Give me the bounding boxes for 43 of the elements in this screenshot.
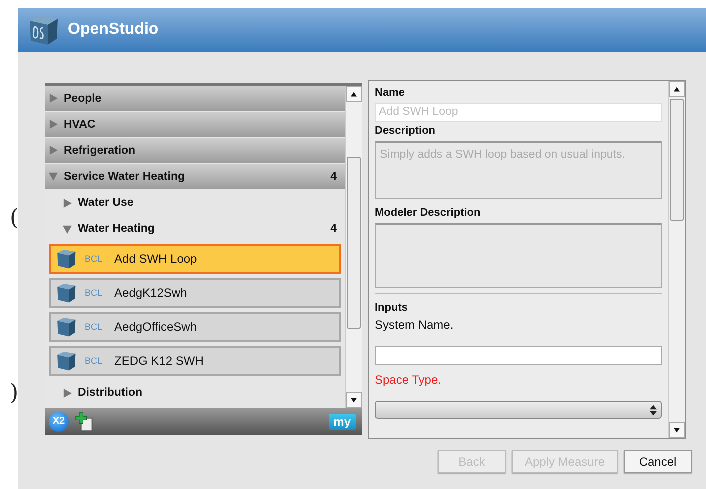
expand-arrow-icon: [63, 224, 72, 234]
subcategory-row[interactable]: Distribution: [45, 380, 345, 406]
measure-item[interactable]: BCL AedgOfficeSwh: [49, 312, 341, 342]
measure-item[interactable]: BCL AedgK12Swh: [49, 278, 341, 308]
scrollbar[interactable]: [345, 86, 362, 408]
dropdown[interactable]: [375, 401, 662, 419]
measure-item[interactable]: BCL Add SWH Loop: [49, 244, 341, 274]
expand-arrow-icon: [49, 120, 58, 129]
expand-arrow-icon: [63, 388, 72, 398]
section-heading: Inputs: [375, 302, 409, 314]
cube-icon: [55, 350, 77, 372]
scroll-up-icon[interactable]: [674, 86, 680, 92]
window-title: OpenStudio: [68, 21, 159, 39]
field-label: Description: [375, 125, 437, 137]
category-header[interactable]: Refrigeration: [45, 138, 345, 163]
measure-item[interactable]: BCL ZEDG K12 SWH: [49, 346, 341, 376]
field-label: Modeler Description: [375, 207, 482, 219]
cube-icon: [55, 282, 77, 304]
modeler-description-field[interactable]: [375, 223, 662, 288]
input-label: Space Type.: [375, 373, 442, 387]
stepper-arrows-icon: [650, 404, 657, 416]
subcategory-row[interactable]: Water Heating 4: [45, 216, 345, 242]
add-document-icon[interactable]: [75, 412, 95, 432]
dialog-button[interactable]: Cancel: [624, 450, 692, 473]
scrollbar[interactable]: [668, 81, 685, 438]
scroll-down-icon[interactable]: [351, 398, 357, 402]
expand-arrow-icon: [49, 94, 58, 103]
expand-arrow-icon: [63, 198, 72, 208]
scroll-down-icon[interactable]: [674, 428, 680, 432]
background-glyph: ): [10, 381, 19, 406]
cube-icon: [55, 316, 77, 338]
expand-arrow-icon: [49, 146, 58, 155]
category-header[interactable]: Service Water Heating 4: [45, 164, 345, 189]
text-field[interactable]: [375, 346, 662, 365]
cube-icon: [55, 248, 77, 270]
subcategory-row[interactable]: Water Use: [45, 190, 345, 216]
category-header[interactable]: People: [45, 86, 345, 111]
scroll-up-icon[interactable]: [351, 92, 357, 96]
background-glyph: (: [10, 206, 19, 231]
field-label: Name: [375, 87, 406, 99]
input-label: System Name.: [375, 318, 455, 332]
category-header[interactable]: HVAC: [45, 112, 345, 137]
expand-arrow-icon: [49, 172, 58, 181]
